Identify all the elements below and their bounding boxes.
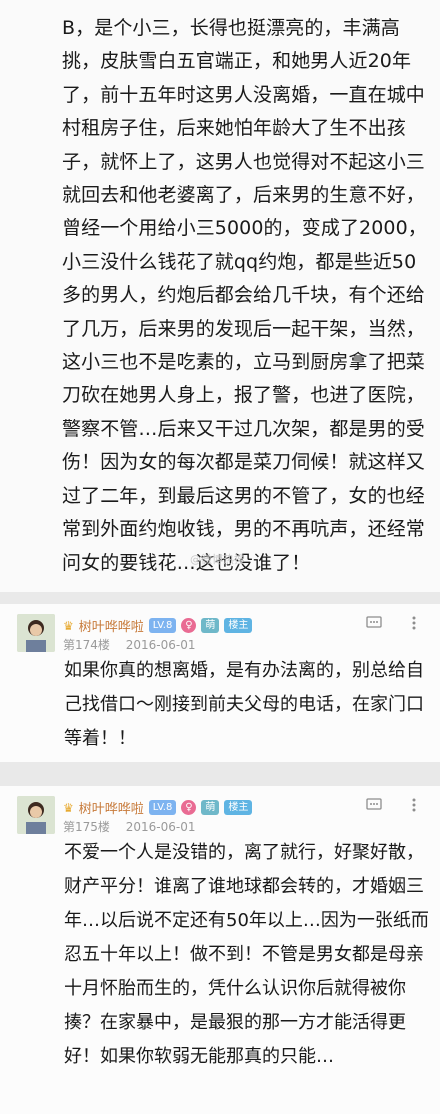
comment-icon[interactable]: [366, 616, 382, 634]
female-icon: ♀: [181, 800, 197, 815]
floor-number: 第175楼: [63, 820, 110, 834]
owner-badge: 楼主: [224, 618, 253, 633]
main-post-text: B，是个小三，长得也挺漂亮的，丰满高挑，皮肤雪白五官端正，和她男人近20年了，前…: [62, 17, 427, 574]
reply-item: ♛ 树叶哗哗啦 LV.8 ♀ 萌 楼主 第174楼 2016-06-01 如果你…: [0, 604, 440, 762]
comment-icon[interactable]: [366, 798, 382, 816]
crown-icon: ♛: [63, 800, 74, 815]
separator: [0, 592, 440, 604]
owner-badge: 楼主: [224, 800, 253, 815]
separator: [0, 762, 440, 786]
reply-meta: 第175楼 2016-06-01: [63, 818, 195, 835]
reply-item: ♛ 树叶哗哗啦 LV.8 ♀ 萌 楼主 第175楼 2016-06-01 不爱一…: [0, 786, 440, 1114]
reply-date: 2016-06-01: [125, 638, 196, 652]
username[interactable]: 树叶哗哗啦: [79, 616, 144, 635]
more-vertical-icon[interactable]: [412, 616, 416, 634]
main-post: B，是个小三，长得也挺漂亮的，丰满高挑，皮肤雪白五官端正，和她男人近20年了，前…: [0, 0, 440, 592]
female-icon: ♀: [181, 618, 197, 633]
reply-text: 不爱一个人是没错的，离了就行，好聚好散，财产平分！谁离了谁地球都会转的，才婚姻三…: [64, 842, 429, 1067]
reply-text: 如果你真的想离婚，是有办法离的，别总给自己找借口～刚接到前夫父母的电话，在家门口…: [64, 660, 424, 749]
username-row: ♛ 树叶哗哗啦 LV.8 ♀ 萌 楼主: [63, 798, 253, 817]
more-vertical-icon[interactable]: [412, 798, 416, 816]
vip-badge: 萌: [201, 618, 220, 633]
username[interactable]: 树叶哗哗啦: [79, 798, 144, 817]
floor-number: 第174楼: [63, 638, 110, 652]
reply-meta: 第174楼 2016-06-01: [63, 636, 195, 653]
vip-badge: 萌: [201, 800, 220, 815]
username-row: ♛ 树叶哗哗啦 LV.8 ♀ 萌 楼主: [63, 616, 253, 635]
reply-date: 2016-06-01: [125, 820, 196, 834]
level-badge: LV.8: [148, 618, 177, 633]
crown-icon: ♛: [63, 618, 74, 633]
avatar[interactable]: [17, 614, 55, 652]
avatar[interactable]: [17, 796, 55, 834]
watermark: @微博热搜: [190, 553, 245, 566]
level-badge: LV.8: [148, 800, 177, 815]
